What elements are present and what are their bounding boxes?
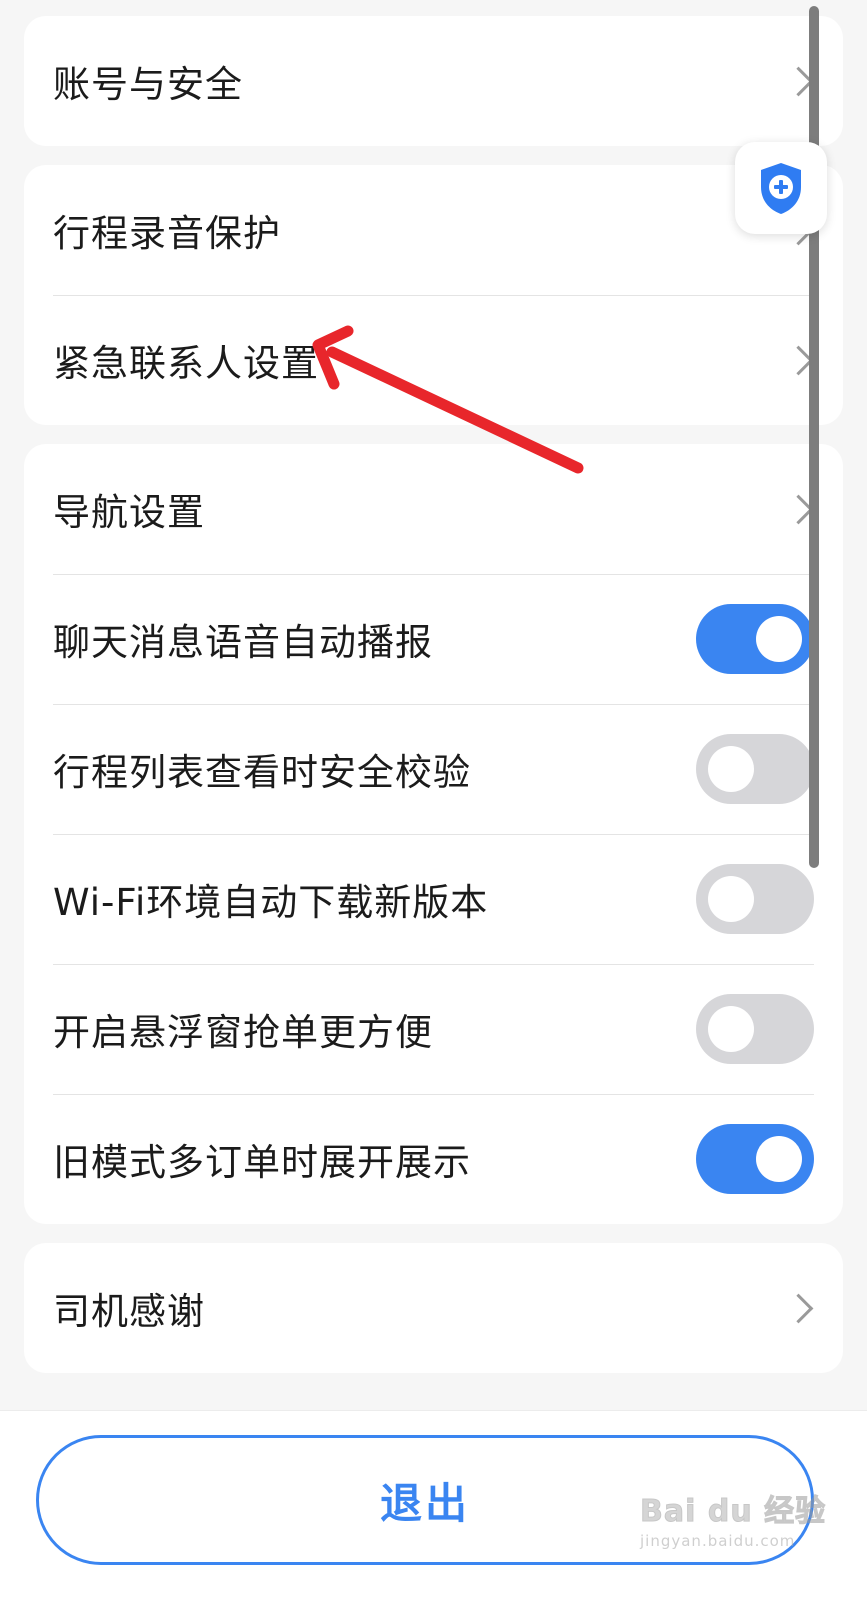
settings-group-thanks: 司机感谢 xyxy=(24,1243,843,1373)
trip-list-security-toggle[interactable] xyxy=(696,734,814,804)
row-label: 聊天消息语音自动播报 xyxy=(53,621,433,664)
toggle-knob xyxy=(708,876,754,922)
floating-window-toggle[interactable] xyxy=(696,994,814,1064)
row-label: Wi-Fi环境自动下载新版本 xyxy=(53,881,489,924)
toggle-knob xyxy=(708,746,754,792)
row-label: 开启悬浮窗抢单更方便 xyxy=(53,1011,433,1054)
watermark-url: jingyan.baidu.com xyxy=(640,1532,796,1550)
wifi-auto-download-toggle[interactable] xyxy=(696,864,814,934)
settings-group-safety: 行程录音保护 紧急联系人设置 xyxy=(24,165,843,425)
settings-row-wifi-auto-download: Wi-Fi环境自动下载新版本 xyxy=(24,834,843,964)
settings-row-emergency-contact[interactable]: 紧急联系人设置 xyxy=(24,295,843,425)
settings-row-account-security[interactable]: 账号与安全 xyxy=(24,16,843,146)
safety-floating-button[interactable] xyxy=(735,142,827,234)
row-label: 行程列表查看时安全校验 xyxy=(53,751,471,794)
row-label: 行程录音保护 xyxy=(53,212,281,255)
settings-group-preferences: 导航设置 聊天消息语音自动播报 行程列表查看时安全校验 Wi-Fi环境自动下载新… xyxy=(24,444,843,1224)
settings-row-old-mode-multi-order: 旧模式多订单时展开展示 xyxy=(24,1094,843,1224)
settings-row-navigation[interactable]: 导航设置 xyxy=(24,444,843,574)
scrollbar[interactable] xyxy=(809,6,819,868)
toggle-knob xyxy=(708,1006,754,1052)
row-label: 账号与安全 xyxy=(53,63,243,106)
row-label: 导航设置 xyxy=(53,491,205,534)
chevron-right-icon xyxy=(783,1293,814,1324)
settings-row-trip-list-security-check: 行程列表查看时安全校验 xyxy=(24,704,843,834)
toggle-knob xyxy=(756,1136,802,1182)
row-label: 司机感谢 xyxy=(53,1290,205,1333)
settings-row-driver-thanks[interactable]: 司机感谢 xyxy=(24,1243,843,1373)
settings-screen: 账号与安全 行程录音保护 紧急联系人设置 导航设置 聊天消息语音自动播报 行程列… xyxy=(0,0,867,1600)
settings-row-trip-recording[interactable]: 行程录音保护 xyxy=(24,165,843,295)
toggle-knob xyxy=(756,616,802,662)
row-label: 旧模式多订单时展开展示 xyxy=(53,1141,471,1184)
settings-group-account: 账号与安全 xyxy=(24,16,843,146)
watermark: Bai du 经验 jingyan.baidu.com xyxy=(640,1486,830,1566)
settings-row-chat-voice-broadcast: 聊天消息语音自动播报 xyxy=(24,574,843,704)
watermark-brand: Bai du 经验 xyxy=(640,1494,827,1530)
chat-voice-toggle[interactable] xyxy=(696,604,814,674)
row-label: 紧急联系人设置 xyxy=(53,342,319,385)
shield-plus-icon xyxy=(761,163,801,214)
settings-row-floating-window: 开启悬浮窗抢单更方便 xyxy=(24,964,843,1094)
old-mode-multi-order-toggle[interactable] xyxy=(696,1124,814,1194)
